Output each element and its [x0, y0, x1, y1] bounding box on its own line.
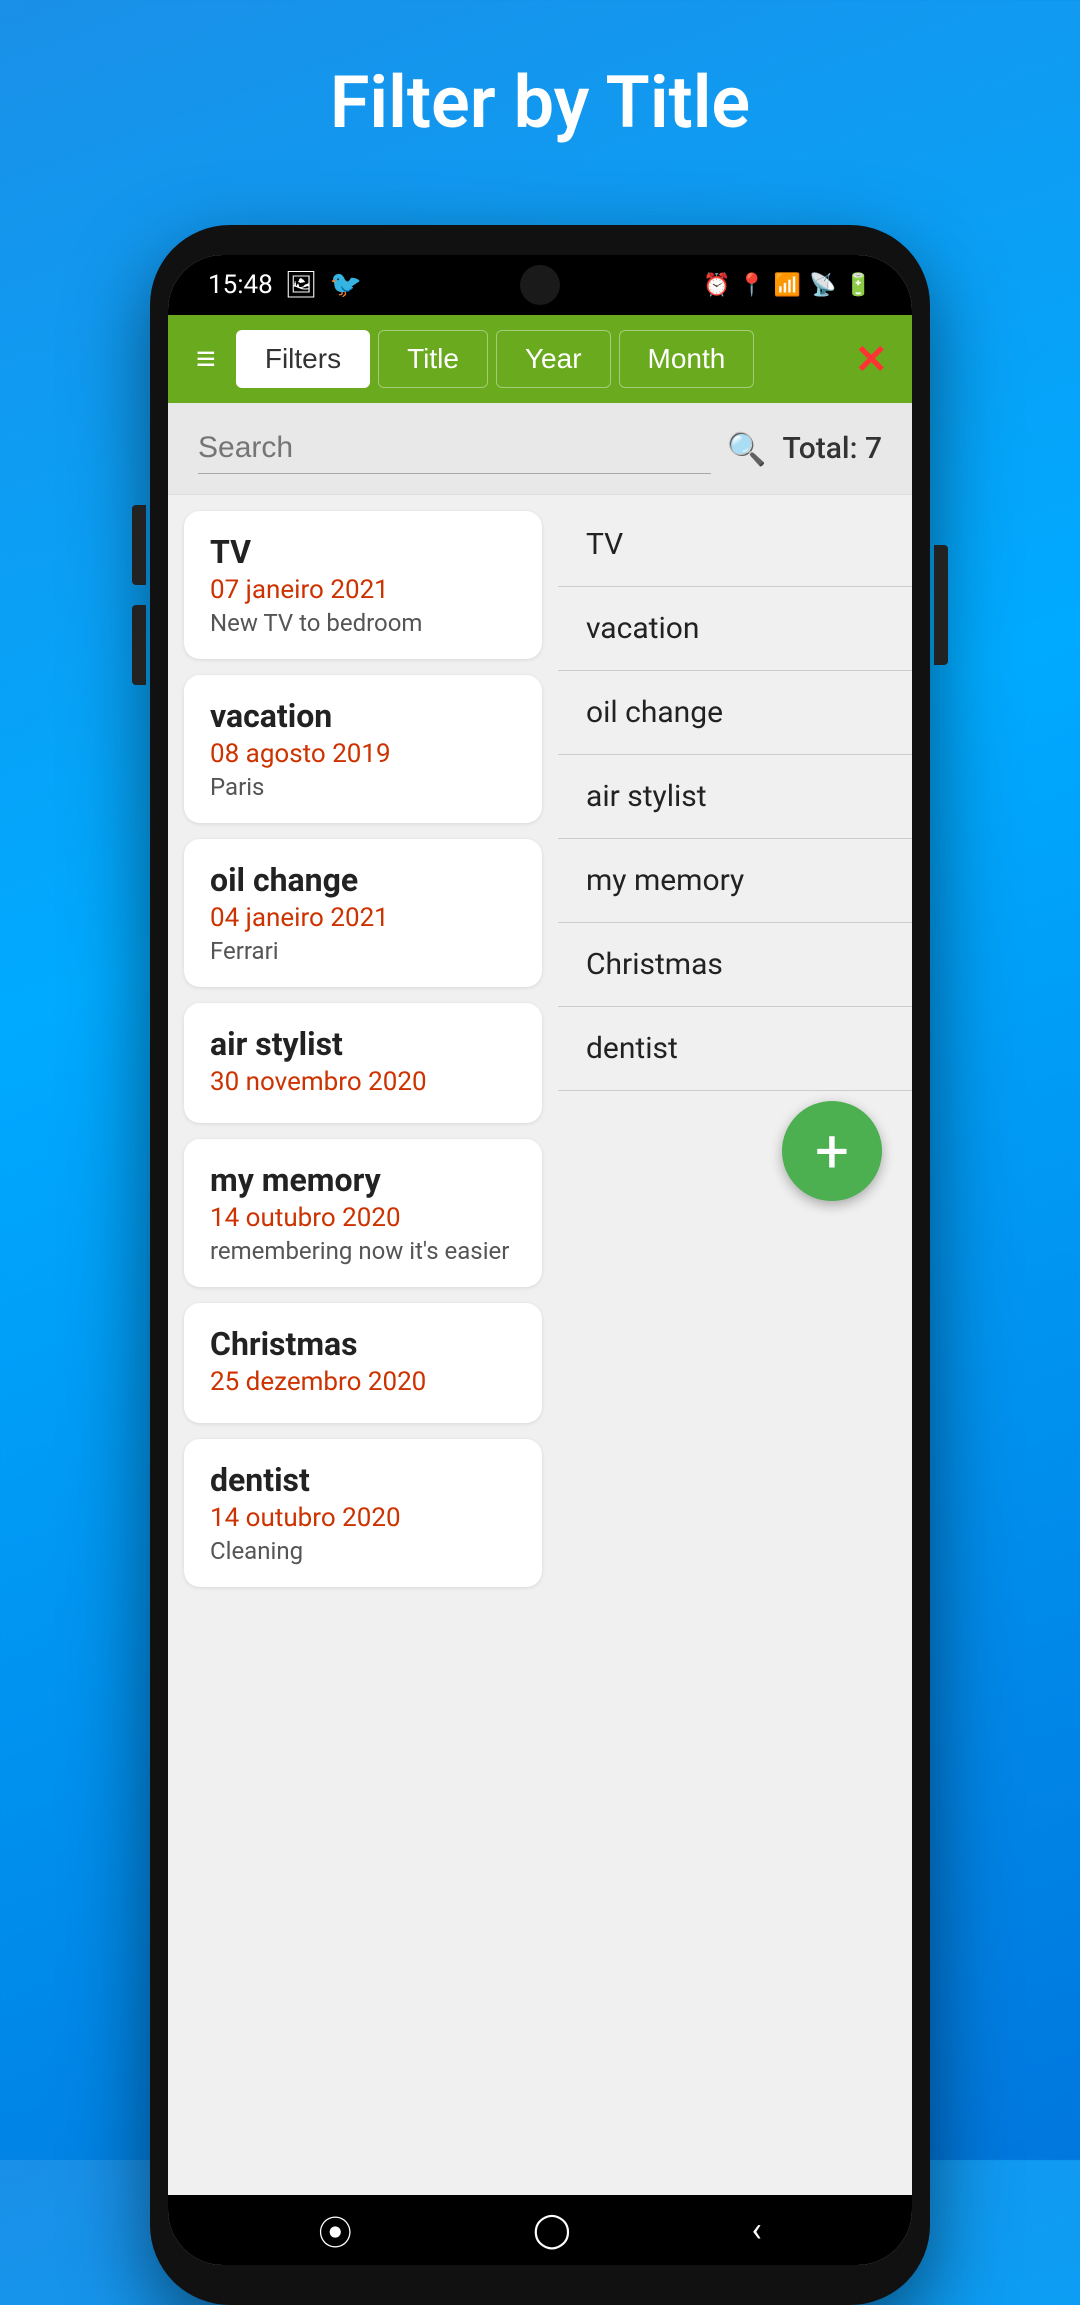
card-oil-date: 04 janeiro 2021 [210, 903, 516, 933]
main-content: TV 07 janeiro 2021 New TV to bedroom vac… [168, 495, 912, 2195]
year-button[interactable]: Year [496, 330, 611, 388]
card-tv-date: 07 janeiro 2021 [210, 575, 516, 605]
list-item-dentist[interactable]: dentist [558, 1007, 912, 1091]
page-title: Filter by Title [330, 60, 750, 145]
list-item-my-memory[interactable]: my memory [558, 839, 912, 923]
list-item-oil-change[interactable]: oil change [558, 671, 912, 755]
card-air-title: air stylist [210, 1025, 516, 1063]
card-tv-title: TV [210, 533, 516, 571]
card-tv[interactable]: TV 07 janeiro 2021 New TV to bedroom [184, 511, 542, 659]
list-item-christmas[interactable]: Christmas [558, 923, 912, 1007]
phone-screen: 15:48 🖼 🐦 ⏰ 📍 📶 📡 🔋 ≡ Filters Title Year… [168, 255, 912, 2265]
card-dentist-date: 14 outubro 2020 [210, 1503, 516, 1533]
card-vacation[interactable]: vacation 08 agosto 2019 Paris [184, 675, 542, 823]
time-display: 15:48 [208, 270, 273, 300]
card-oil-change[interactable]: oil change 04 janeiro 2021 Ferrari [184, 839, 542, 987]
card-memory-desc: remembering now it's easier [210, 1237, 516, 1265]
month-button[interactable]: Month [619, 330, 755, 388]
photo-icon: 🖼 [285, 270, 318, 300]
status-bar: 15:48 🖼 🐦 ⏰ 📍 📶 📡 🔋 [168, 255, 912, 315]
cards-list: TV 07 janeiro 2021 New TV to bedroom vac… [168, 495, 558, 2195]
card-dentist-title: dentist [210, 1461, 516, 1499]
card-memory-date: 14 outubro 2020 [210, 1203, 516, 1233]
battery-icon: 🔋 [845, 273, 872, 298]
card-dentist-desc: Cleaning [210, 1537, 516, 1565]
title-button[interactable]: Title [378, 330, 488, 388]
card-christmas-title: Christmas [210, 1325, 516, 1363]
phone-device: 15:48 🖼 🐦 ⏰ 📍 📶 📡 🔋 ≡ Filters Title Year… [150, 225, 930, 2305]
total-count: Total: 7 [783, 431, 883, 466]
card-vacation-desc: Paris [210, 773, 516, 801]
camera-notch [520, 265, 560, 305]
card-air-stylist[interactable]: air stylist 30 novembro 2020 [184, 1003, 542, 1123]
location-icon: 📍 [738, 273, 765, 298]
bottom-nav: ⦿ ◯ ‹ [168, 2195, 912, 2265]
card-oil-title: oil change [210, 861, 516, 899]
card-memory-title: my memory [210, 1161, 516, 1199]
card-dentist[interactable]: dentist 14 outubro 2020 Cleaning [184, 1439, 542, 1587]
filters-button[interactable]: Filters [236, 330, 370, 388]
status-right: ⏰ 📍 📶 📡 🔋 [703, 273, 872, 298]
fab-area: + [558, 1091, 912, 1211]
search-icon[interactable]: 🔍 [727, 430, 767, 468]
toolbar: ≡ Filters Title Year Month ✕ [168, 315, 912, 403]
card-christmas[interactable]: Christmas 25 dezembro 2020 [184, 1303, 542, 1423]
search-bar: 🔍 Total: 7 [168, 403, 912, 495]
list-item-air-stylist[interactable]: air stylist [558, 755, 912, 839]
back-icon[interactable]: ‹ [751, 2210, 761, 2250]
close-button[interactable]: ✕ [846, 328, 896, 391]
card-my-memory[interactable]: my memory 14 outubro 2020 remembering no… [184, 1139, 542, 1287]
list-item-tv[interactable]: TV [558, 503, 912, 587]
list-item-vacation[interactable]: vacation [558, 587, 912, 671]
wifi-icon: 📶 [774, 273, 801, 298]
twitter-icon: 🐦 [330, 270, 362, 300]
card-christmas-date: 25 dezembro 2020 [210, 1367, 516, 1397]
add-button[interactable]: + [782, 1101, 882, 1201]
card-vacation-date: 08 agosto 2019 [210, 739, 516, 769]
status-left: 15:48 🖼 🐦 [208, 270, 362, 300]
card-vacation-title: vacation [210, 697, 516, 735]
home-icon[interactable]: ◯ [533, 2210, 571, 2250]
alarm-icon: ⏰ [703, 273, 730, 298]
card-tv-desc: New TV to bedroom [210, 609, 516, 637]
card-air-date: 30 novembro 2020 [210, 1067, 516, 1097]
right-column: TV vacation oil change air stylist my me… [558, 495, 912, 2195]
search-input[interactable] [198, 423, 711, 474]
signal-icon: 📡 [809, 273, 836, 298]
menu-button[interactable]: ≡ [184, 331, 228, 387]
card-oil-desc: Ferrari [210, 937, 516, 965]
recents-icon[interactable]: ⦿ [318, 2206, 352, 2255]
